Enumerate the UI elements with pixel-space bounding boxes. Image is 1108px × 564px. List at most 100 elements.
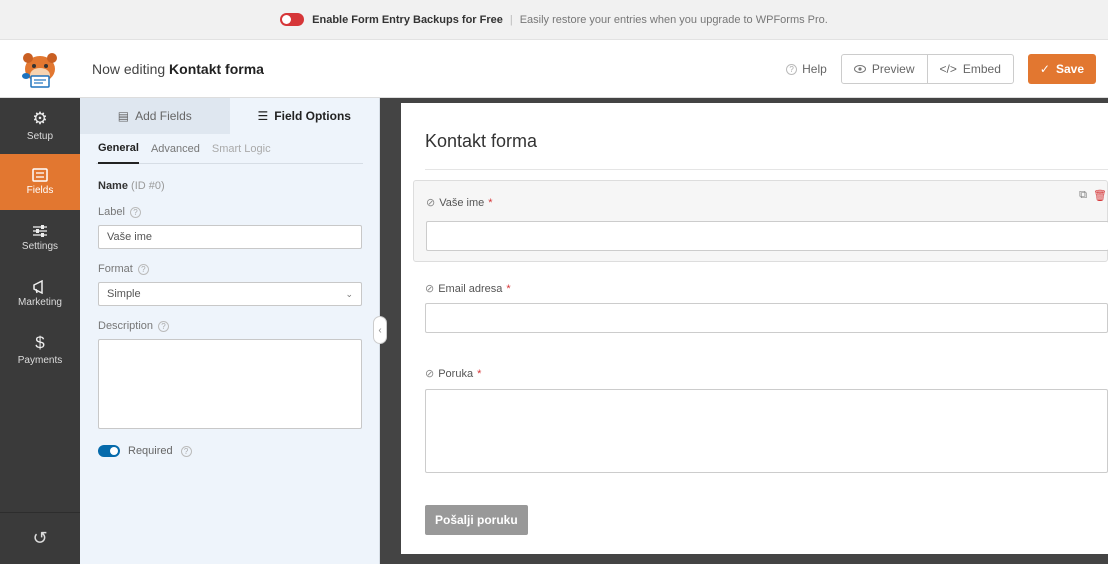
form-field-message[interactable]: ⊘ Poruka *: [413, 353, 1108, 479]
sidebar-item-setup[interactable]: ⚙ Setup: [0, 98, 80, 154]
required-marker: *: [506, 282, 511, 295]
fields-icon: [32, 168, 48, 182]
notice-separator: |: [509, 13, 513, 26]
chevron-down-icon: ⌄: [345, 288, 353, 299]
options-icon: ☰: [257, 109, 269, 123]
save-label: Save: [1055, 62, 1084, 76]
form-field-email[interactable]: ⊘ Email adresa *: [413, 268, 1108, 343]
panel-tabs: ▤ Add Fields ☰ Field Options: [80, 98, 379, 134]
embed-label: Embed: [962, 62, 1001, 76]
sidebar-item-label: Setup: [26, 131, 54, 142]
help-label: Help: [802, 62, 827, 76]
notice-title[interactable]: Enable Form Entry Backups for Free: [312, 14, 503, 26]
options-fields: Name (ID #0) Label ? Vaše ime Format ? S…: [80, 180, 379, 457]
field-label: ⊘ Email adresa *: [425, 282, 511, 296]
revisions-button[interactable]: ↺: [0, 512, 80, 564]
help-icon[interactable]: ?: [158, 320, 170, 332]
header-actions: ? Help Preview </> Embed ✓ Save: [786, 54, 1096, 84]
gear-icon: ⚙: [32, 109, 48, 128]
preview-button[interactable]: Preview: [842, 55, 927, 83]
form-preview: Kontakt forma ⊘ Vaše ime * ⧉ 🗑 ⊘ Email a…: [401, 103, 1108, 554]
required-toggle[interactable]: [98, 445, 120, 457]
bear-logo-icon: [22, 52, 57, 88]
tab-label: Add Fields: [135, 109, 192, 123]
description-option-label: Description ?: [98, 320, 361, 332]
name-input[interactable]: [426, 221, 1108, 251]
required-marker: *: [477, 367, 482, 380]
sidebar-item-label: Payments: [17, 355, 63, 366]
field-type: Name: [98, 180, 128, 192]
field-heading: Name (ID #0): [98, 180, 361, 192]
format-option-label: Format ?: [98, 263, 361, 275]
embed-button[interactable]: </> Embed: [926, 55, 1013, 83]
megaphone-icon: [33, 280, 43, 294]
help-button[interactable]: ? Help: [786, 62, 827, 76]
hidden-eye-icon: ⊘: [425, 283, 435, 295]
field-label-text: Vaše ime: [439, 196, 485, 209]
subtab-smart-logic[interactable]: Smart Logic: [212, 135, 271, 163]
history-icon: ↺: [32, 528, 48, 548]
list-icon: ▤: [117, 109, 130, 123]
chevron-left-icon: ‹: [378, 324, 382, 336]
builder-header: Now editing Kontakt forma ? Help Preview…: [0, 40, 1108, 98]
sidebar-item-settings[interactable]: Settings: [0, 210, 80, 266]
sidebar-item-label: Settings: [21, 241, 59, 252]
title-divider: [425, 169, 1108, 170]
notice-text: Easily restore your entries when you upg…: [519, 13, 828, 26]
subtab-advanced[interactable]: Advanced: [151, 135, 200, 163]
field-id: (ID #0): [131, 180, 165, 192]
sidebar-item-label: Marketing: [18, 297, 62, 308]
help-icon[interactable]: ?: [129, 206, 141, 218]
message-textarea[interactable]: [425, 389, 1108, 473]
duplicate-icon[interactable]: ⧉: [1079, 189, 1087, 202]
wpforms-logo[interactable]: [0, 40, 80, 98]
form-preview-area: Kontakt forma ⊘ Vaše ime * ⧉ 🗑 ⊘ Email a…: [380, 98, 1108, 564]
builder-sidebar: ⚙ Setup Fields Settings Marketing $ Paym…: [0, 98, 80, 564]
field-label-text: Email adresa: [438, 282, 503, 295]
label-text: Label: [98, 206, 125, 218]
required-label: Required: [128, 445, 173, 457]
sidebar-item-payments[interactable]: $ Payments: [0, 322, 80, 378]
form-title[interactable]: Kontakt forma: [425, 131, 537, 152]
dollar-icon: $: [35, 333, 45, 352]
field-label: ⊘ Poruka *: [425, 367, 482, 381]
sliders-icon: [33, 225, 47, 237]
form-name: Kontakt forma: [169, 60, 264, 77]
eye-icon: [853, 65, 866, 73]
format-select[interactable]: Simple ⌄: [98, 282, 362, 306]
description-text: Description: [98, 320, 154, 332]
format-text: Format: [98, 263, 133, 275]
field-label: ⊘ Vaše ime *: [426, 196, 493, 210]
collapse-panel-handle[interactable]: ‹: [373, 316, 387, 344]
subtab-general[interactable]: General: [98, 134, 139, 164]
sidebar-item-fields[interactable]: Fields: [0, 154, 80, 210]
code-icon: </>: [939, 62, 957, 76]
label-option-label: Label ?: [98, 206, 361, 218]
field-label-text: Poruka: [438, 367, 474, 380]
description-textarea[interactable]: [98, 339, 362, 429]
tab-add-fields[interactable]: ▤ Add Fields: [80, 98, 230, 134]
required-marker: *: [488, 196, 493, 209]
tab-field-options[interactable]: ☰ Field Options: [229, 98, 379, 134]
tab-label: Field Options: [274, 109, 351, 123]
help-icon[interactable]: ?: [137, 263, 149, 275]
form-field-name[interactable]: ⊘ Vaše ime * ⧉ 🗑: [413, 180, 1108, 262]
email-input[interactable]: [425, 303, 1108, 333]
sidebar-item-label: Fields: [26, 185, 54, 196]
check-icon: ✓: [1039, 62, 1050, 76]
trash-icon[interactable]: 🗑: [1093, 189, 1107, 202]
preview-label: Preview: [871, 62, 915, 76]
help-icon: ?: [786, 63, 798, 75]
save-button[interactable]: ✓ Save: [1027, 54, 1096, 84]
title-prefix: Now editing: [92, 60, 166, 77]
label-input[interactable]: Vaše ime: [98, 225, 362, 249]
hidden-eye-icon: ⊘: [425, 368, 435, 380]
field-options-panel: ▤ Add Fields ☰ Field Options General Adv…: [80, 98, 380, 564]
help-icon[interactable]: ?: [180, 445, 192, 457]
page-title: Now editing Kontakt forma: [92, 61, 264, 77]
sidebar-item-marketing[interactable]: Marketing: [0, 266, 80, 322]
backup-toggle[interactable]: [280, 13, 305, 26]
hidden-eye-icon: ⊘: [426, 197, 436, 209]
submit-button[interactable]: Pošalji poruku: [425, 505, 528, 535]
label-input-value: Vaše ime: [107, 231, 153, 243]
